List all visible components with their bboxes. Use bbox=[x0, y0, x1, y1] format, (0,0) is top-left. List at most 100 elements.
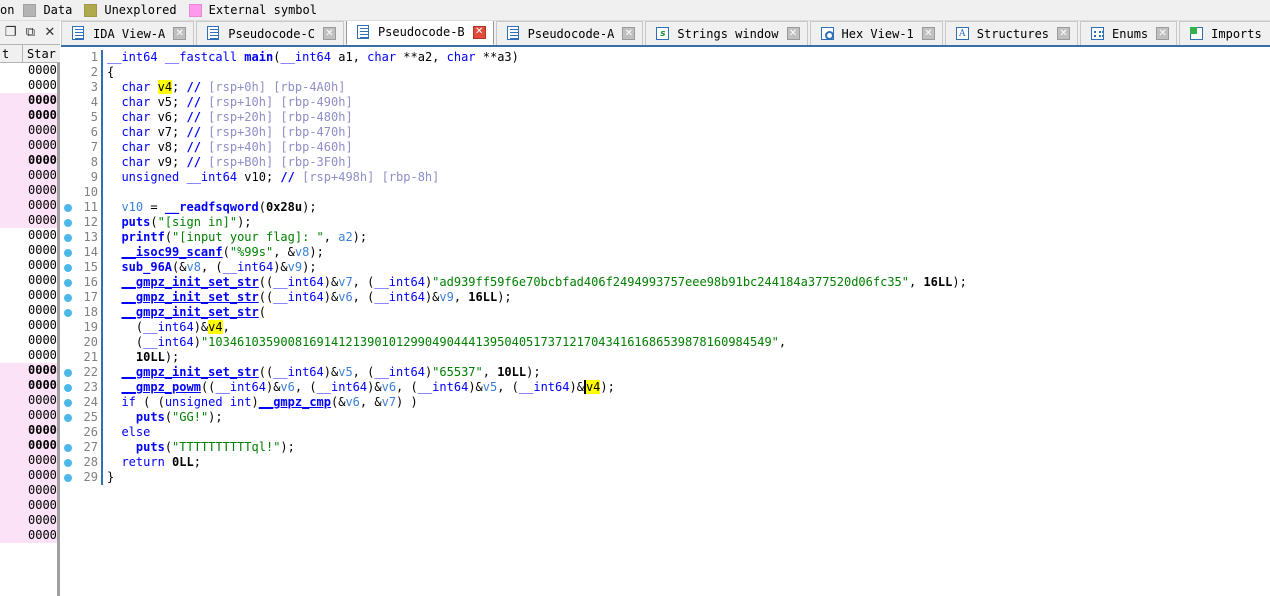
code-line[interactable]: 8 char v9; // [rsp+B0h] [rbp-3F0h] bbox=[61, 155, 1270, 170]
function-token[interactable]: __isoc99_scanf bbox=[121, 245, 222, 259]
tab-close-icon[interactable]: ✕ bbox=[1156, 27, 1170, 40]
breakpoint-marker-icon[interactable] bbox=[61, 275, 75, 290]
breakpoint-gutter-slot[interactable] bbox=[61, 170, 75, 185]
listing-row[interactable]: 0000 bbox=[0, 528, 60, 543]
breakpoint-gutter-slot[interactable] bbox=[61, 140, 75, 155]
variable-token[interactable]: v9 bbox=[288, 260, 302, 274]
variable-token[interactable]: v6 bbox=[280, 380, 294, 394]
breakpoint-gutter-slot[interactable] bbox=[61, 425, 75, 440]
breakpoint-marker-icon[interactable] bbox=[61, 230, 75, 245]
breakpoint-gutter-slot[interactable] bbox=[61, 125, 75, 140]
variable-token[interactable]: v7 bbox=[338, 275, 352, 289]
breakpoint-marker-icon[interactable] bbox=[61, 440, 75, 455]
tab-structures[interactable]: A Structures ✕ bbox=[944, 21, 1079, 45]
breakpoint-marker-icon[interactable] bbox=[61, 380, 75, 395]
tab-ida-view-a[interactable]: IDA View-A ✕ bbox=[61, 21, 195, 45]
variable-token[interactable]: v6 bbox=[382, 380, 396, 394]
code-line[interactable]: 13 printf("[input your flag]: ", a2); bbox=[61, 230, 1270, 245]
listing-row[interactable]: 0000 bbox=[0, 288, 60, 303]
code-line[interactable]: 9 unsigned __int64 v10; // [rsp+498h] [r… bbox=[61, 170, 1270, 185]
function-token[interactable]: __gmpz_init_set_str bbox=[121, 290, 258, 304]
listing-row[interactable]: 0000 bbox=[0, 498, 60, 513]
variable-token[interactable]: v5 bbox=[483, 380, 497, 394]
column-header-name[interactable]: t bbox=[0, 47, 22, 61]
code-line[interactable]: 23 __gmpz_powm((__int64)&v6, (__int64)&v… bbox=[61, 380, 1270, 395]
variable-token[interactable]: v5 bbox=[338, 365, 352, 379]
listing-row[interactable]: 0000 bbox=[0, 303, 60, 318]
breakpoint-marker-icon[interactable] bbox=[61, 200, 75, 215]
listing-row[interactable]: 0000 bbox=[0, 363, 60, 378]
highlighted-variable-token[interactable]: v4 bbox=[208, 320, 223, 334]
breakpoint-marker-icon[interactable] bbox=[61, 290, 75, 305]
maximize-icon[interactable]: ⧉ bbox=[25, 26, 36, 39]
breakpoint-gutter-slot[interactable] bbox=[61, 95, 75, 110]
code-line[interactable]: 4 char v5; // [rsp+10h] [rbp-490h] bbox=[61, 95, 1270, 110]
code-line[interactable]: 6 char v7; // [rsp+30h] [rbp-470h] bbox=[61, 125, 1270, 140]
code-line[interactable]: 2{ bbox=[61, 65, 1270, 80]
code-line[interactable]: 10 bbox=[61, 185, 1270, 200]
variable-token[interactable]: v6 bbox=[345, 395, 359, 409]
listing-row[interactable]: 0000 bbox=[0, 243, 60, 258]
breakpoint-gutter-slot[interactable] bbox=[61, 80, 75, 95]
breakpoint-gutter-slot[interactable] bbox=[61, 350, 75, 365]
variable-token[interactable]: v10 bbox=[121, 200, 143, 214]
listing-row[interactable]: 0000 bbox=[0, 393, 60, 408]
listing-row[interactable]: 0000 bbox=[0, 258, 60, 273]
breakpoint-gutter-slot[interactable] bbox=[61, 50, 75, 65]
function-token[interactable]: __gmpz_init_set_str bbox=[121, 305, 258, 319]
code-line[interactable]: 28 return 0LL; bbox=[61, 455, 1270, 470]
tab-close-icon[interactable]: ✕ bbox=[173, 27, 187, 40]
listing-row[interactable]: 0000 bbox=[0, 213, 60, 228]
code-line[interactable]: 17 __gmpz_init_set_str((__int64)&v6, (__… bbox=[61, 290, 1270, 305]
left-panel-vertical-scrollbar[interactable] bbox=[57, 63, 60, 596]
listing-row[interactable]: 0000 bbox=[0, 153, 60, 168]
tab-imports[interactable]: Imports✕ bbox=[1179, 21, 1270, 45]
code-line[interactable]: 27 puts("TTTTTTTTTTql!"); bbox=[61, 440, 1270, 455]
breakpoint-marker-icon[interactable] bbox=[61, 395, 75, 410]
code-line[interactable]: 11 v10 = __readfsqword(0x28u); bbox=[61, 200, 1270, 215]
tab-strings-window[interactable]: s Strings window ✕ bbox=[645, 21, 808, 45]
listing-row[interactable]: 0000 bbox=[0, 333, 60, 348]
breakpoint-gutter-slot[interactable] bbox=[61, 65, 75, 80]
code-line[interactable]: 1 __int64 __fastcall main(__int64 a1, cha… bbox=[61, 50, 1270, 65]
breakpoint-gutter-slot[interactable] bbox=[61, 335, 75, 350]
listing-row[interactable]: 0000 bbox=[0, 168, 60, 183]
listing-row[interactable]: 0000 bbox=[0, 453, 60, 468]
function-token[interactable]: puts bbox=[136, 410, 165, 424]
function-token[interactable]: main bbox=[244, 50, 273, 64]
code-line[interactable]: 21 10LL); bbox=[61, 350, 1270, 365]
breakpoint-marker-icon[interactable] bbox=[61, 260, 75, 275]
listing-row[interactable]: 0000 bbox=[0, 63, 60, 78]
code-line[interactable]: 16 __gmpz_init_set_str((__int64)&v7, (__… bbox=[61, 275, 1270, 290]
breakpoint-marker-icon[interactable] bbox=[61, 365, 75, 380]
breakpoint-gutter-slot[interactable] bbox=[61, 185, 75, 200]
column-header-start[interactable]: Star bbox=[23, 47, 56, 61]
cursor-variable-token[interactable]: v4 bbox=[583, 380, 601, 394]
variable-token[interactable]: v9 bbox=[439, 290, 453, 304]
tab-pseudocode-a[interactable]: Pseudocode-A ✕ bbox=[495, 21, 644, 45]
breakpoint-marker-icon[interactable] bbox=[61, 245, 75, 260]
listing-row[interactable]: 0000 bbox=[0, 423, 60, 438]
listing-row[interactable]: 0000 bbox=[0, 273, 60, 288]
listing-row[interactable]: 0000 bbox=[0, 183, 60, 198]
code-line[interactable]: 7 char v8; // [rsp+40h] [rbp-460h] bbox=[61, 140, 1270, 155]
listing-row[interactable]: 0000 bbox=[0, 438, 60, 453]
variable-token[interactable]: v6 bbox=[338, 290, 352, 304]
code-line[interactable]: 26 else bbox=[61, 425, 1270, 440]
variable-token[interactable]: v8 bbox=[295, 245, 309, 259]
breakpoint-marker-icon[interactable] bbox=[61, 455, 75, 470]
tab-close-icon[interactable]: ✕ bbox=[472, 25, 486, 39]
listing-row[interactable]: 0000 bbox=[0, 348, 60, 363]
breakpoint-marker-icon[interactable] bbox=[61, 215, 75, 230]
tab-hex-view-1[interactable]: Hex View-1 ✕ bbox=[809, 21, 943, 45]
code-line[interactable]: 5 char v6; // [rsp+20h] [rbp-480h] bbox=[61, 110, 1270, 125]
listing-row[interactable]: 0000 bbox=[0, 93, 60, 108]
tab-close-icon[interactable]: ✕ bbox=[786, 27, 800, 40]
listing-row[interactable]: 0000 bbox=[0, 123, 60, 138]
function-token[interactable]: __gmpz_cmp bbox=[259, 395, 331, 409]
breakpoint-marker-icon[interactable] bbox=[61, 410, 75, 425]
listing-row[interactable]: 0000 bbox=[0, 198, 60, 213]
variable-token[interactable]: v8 bbox=[186, 260, 200, 274]
code-line[interactable]: 24 if ( (unsigned int)__gmpz_cmp(&v6, &v… bbox=[61, 395, 1270, 410]
function-token[interactable]: printf bbox=[121, 230, 164, 244]
